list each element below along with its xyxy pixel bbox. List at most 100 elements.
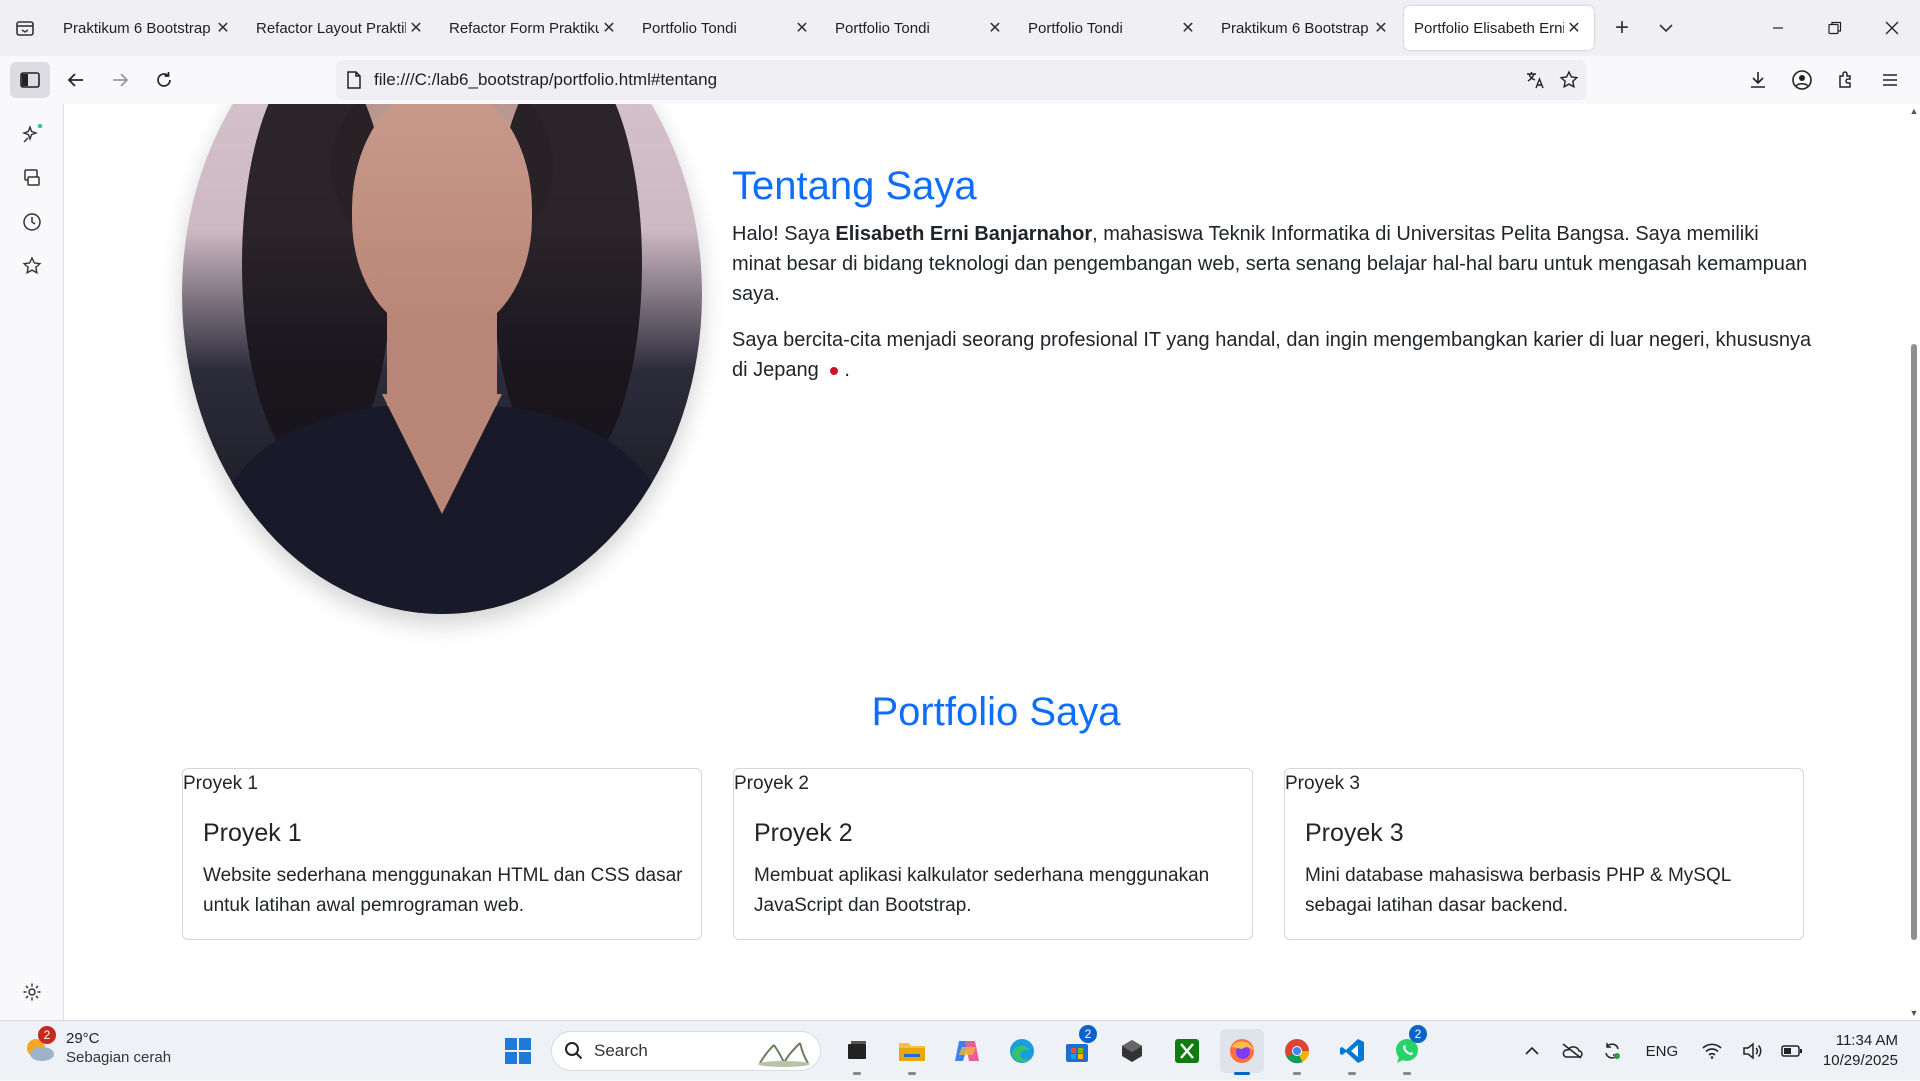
- clock-date: 10/29/2025: [1822, 1052, 1898, 1069]
- tab[interactable]: Portfolio Tondi ✕: [825, 6, 1015, 50]
- account-button[interactable]: [1780, 62, 1824, 98]
- clock-time: 11:34 AM: [1835, 1032, 1898, 1049]
- scroll-up-icon[interactable]: ▲: [1908, 106, 1920, 116]
- weather-text: 29°C Sebagian cerah: [66, 1029, 171, 1067]
- windows-logo-icon: [505, 1038, 531, 1064]
- project-image-alt: Proyek 3: [1285, 773, 1360, 794]
- sidebar-settings-button[interactable]: [16, 976, 48, 1008]
- cube-icon: [1122, 1040, 1142, 1062]
- tab-overflow-button[interactable]: [1644, 6, 1688, 50]
- xbox-button[interactable]: [1165, 1029, 1209, 1073]
- minimize-button[interactable]: [1749, 0, 1806, 56]
- close-icon[interactable]: ✕: [406, 18, 426, 38]
- ai-chatbot-button[interactable]: [16, 118, 48, 150]
- hamburger-menu-icon: [1883, 74, 1897, 86]
- tab-label: Portfolio Tondi: [642, 19, 737, 37]
- microsoft-store-button[interactable]: 2: [1055, 1025, 1099, 1073]
- sync-button[interactable]: [1595, 1034, 1629, 1068]
- close-icon[interactable]: ✕: [1178, 18, 1198, 38]
- project-title: Proyek 3: [1305, 819, 1404, 847]
- weather-icon: 2: [22, 1026, 58, 1066]
- bookmark-button[interactable]: [1552, 63, 1586, 97]
- toolbar-right: [1736, 62, 1912, 98]
- edge-button[interactable]: [1000, 1029, 1044, 1073]
- search-highlight-icon: [758, 1042, 810, 1067]
- project-title: Proyek 2: [754, 819, 853, 847]
- file-explorer-button[interactable]: [890, 1029, 934, 1075]
- list-all-tabs-button[interactable]: [0, 0, 50, 56]
- forward-button[interactable]: [102, 62, 138, 98]
- copilot-button[interactable]: [945, 1029, 989, 1073]
- task-view-button[interactable]: [835, 1029, 879, 1075]
- close-icon[interactable]: ✕: [213, 18, 233, 38]
- close-icon[interactable]: ✕: [792, 18, 812, 38]
- project-card: Proyek 3 Proyek 3 Mini database mahasisw…: [1284, 768, 1804, 940]
- scrollbar-thumb[interactable]: [1911, 344, 1917, 940]
- star-icon: [22, 256, 42, 275]
- tab[interactable]: Praktikum 6 Bootstrap ✕: [1211, 6, 1401, 50]
- close-icon[interactable]: ✕: [1564, 18, 1584, 38]
- navigation-toolbar: file:///C:/lab6_bootstrap/portfolio.html…: [0, 56, 1920, 104]
- show-hidden-icons-button[interactable]: [1515, 1034, 1549, 1068]
- new-tab-button[interactable]: +: [1600, 6, 1644, 50]
- translate-button[interactable]: [1518, 63, 1552, 97]
- input-language[interactable]: ENG: [1635, 1034, 1689, 1068]
- menu-button[interactable]: [1868, 62, 1912, 98]
- wifi-button[interactable]: [1695, 1034, 1729, 1068]
- chrome-button[interactable]: [1275, 1029, 1319, 1075]
- whatsapp-badge: 2: [1409, 1025, 1427, 1043]
- window-controls: [1749, 0, 1920, 56]
- page-scrollbar[interactable]: ▲ ▼: [1908, 104, 1920, 1020]
- close-window-button[interactable]: [1863, 0, 1920, 56]
- close-icon[interactable]: ✕: [599, 18, 619, 38]
- synced-tabs-button[interactable]: [16, 162, 48, 194]
- portfolio-cards: Proyek 1 Proyek 1 Website sederhana meng…: [182, 768, 1804, 940]
- tab[interactable]: Praktikum 6 Bootstrap ✕: [53, 6, 243, 50]
- synced-tabs-icon: [24, 169, 40, 186]
- edge-icon: [1010, 1039, 1034, 1063]
- back-button[interactable]: [58, 62, 94, 98]
- close-icon[interactable]: ✕: [985, 18, 1005, 38]
- reload-icon: [157, 72, 171, 87]
- taskbar-apps: Search 2 2: [496, 1025, 1440, 1075]
- extensions-button[interactable]: [1824, 62, 1868, 98]
- scroll-down-icon[interactable]: ▼: [1908, 1008, 1920, 1018]
- project-image-alt: Proyek 1: [183, 773, 258, 794]
- translate-icon: [1527, 72, 1544, 89]
- tab[interactable]: Refactor Form Praktikum✕: [439, 6, 629, 50]
- minimize-icon: [1772, 27, 1783, 29]
- chrome-icon: [1285, 1039, 1310, 1064]
- whatsapp-button[interactable]: 2: [1385, 1025, 1429, 1075]
- close-icon[interactable]: ✕: [1371, 18, 1391, 38]
- restore-button[interactable]: [1806, 0, 1863, 56]
- weather-widget[interactable]: 2 29°C Sebagian cerah: [22, 1026, 171, 1067]
- puzzle-icon: [1839, 71, 1851, 88]
- tab-label: Portfolio Tondi: [835, 19, 930, 37]
- cloud-off-icon: [1562, 1043, 1583, 1059]
- sidebar-toggle-button[interactable]: [10, 62, 50, 98]
- copilot-icon: [955, 1041, 979, 1061]
- reload-button[interactable]: [146, 62, 182, 98]
- onedrive-button[interactable]: [1555, 1034, 1589, 1068]
- tab-active[interactable]: Portfolio Elisabeth Erni ✕: [1404, 6, 1594, 50]
- portfolio-heading: Portfolio Saya: [871, 690, 1121, 734]
- tab-label: Refactor Form Praktikum: [449, 19, 599, 37]
- sidebar-icon: [20, 72, 40, 88]
- bookmarks-button[interactable]: [16, 250, 48, 282]
- start-button[interactable]: [496, 1029, 540, 1073]
- address-bar[interactable]: file:///C:/lab6_bootstrap/portfolio.html…: [336, 60, 1586, 100]
- history-button[interactable]: [16, 206, 48, 238]
- firefox-button[interactable]: [1220, 1029, 1264, 1075]
- vscode-button[interactable]: [1330, 1029, 1374, 1075]
- tab[interactable]: Portfolio Tondi ✕: [1018, 6, 1208, 50]
- tab[interactable]: Portfolio Tondi ✕: [632, 6, 822, 50]
- clock[interactable]: 11:34 AM 10/29/2025: [1823, 1031, 1898, 1071]
- url-text[interactable]: file:///C:/lab6_bootstrap/portfolio.html…: [374, 70, 1518, 90]
- clock-icon: [23, 213, 41, 231]
- battery-button[interactable]: [1775, 1034, 1809, 1068]
- taskbar-search[interactable]: Search: [551, 1031, 821, 1071]
- volume-button[interactable]: [1735, 1034, 1769, 1068]
- tab[interactable]: Refactor Layout Praktikum✕: [246, 6, 436, 50]
- unity-hub-button[interactable]: [1110, 1029, 1154, 1073]
- downloads-button[interactable]: [1736, 62, 1780, 98]
